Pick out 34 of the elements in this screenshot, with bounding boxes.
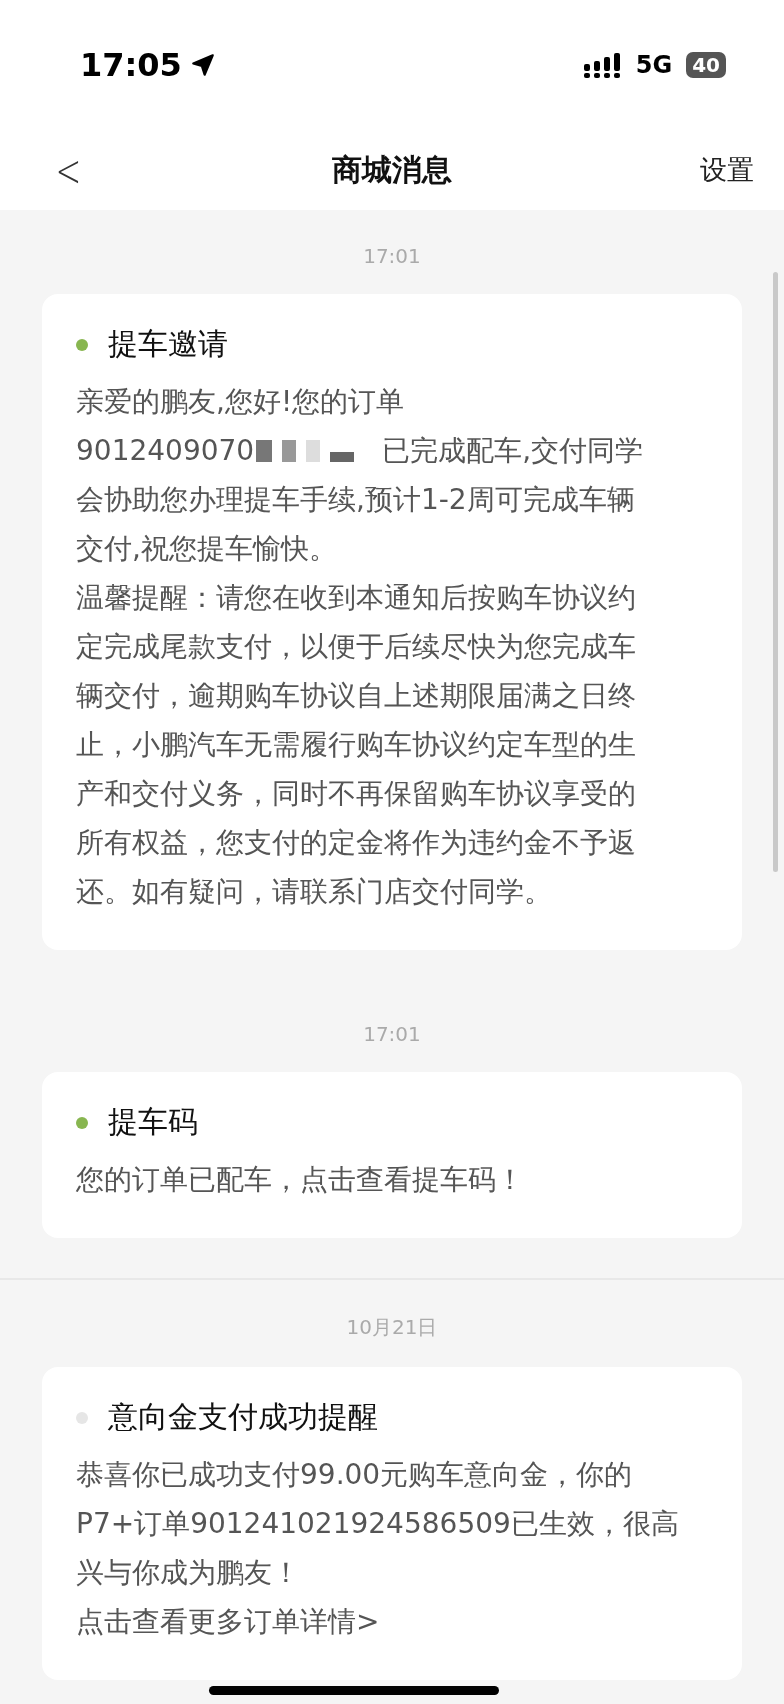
message-text: P7+订单901241021924586509已生效，很高	[76, 1506, 679, 1542]
location-arrow-icon	[189, 52, 216, 78]
message-text: 会协助您办理提车手续,预计1-2周可完成车辆	[76, 482, 635, 518]
status-time: 17:05	[80, 46, 182, 84]
battery-indicator: 40	[686, 52, 726, 78]
timestamp: 17:01	[363, 1022, 421, 1046]
message-card[interactable]	[42, 294, 742, 950]
message-title: 提车码	[108, 1103, 198, 1141]
settings-button[interactable]: 设置	[700, 152, 754, 188]
timestamp: 10月21日	[346, 1314, 438, 1341]
message-title: 提车邀请	[108, 325, 228, 363]
page-title: 商城消息	[332, 150, 452, 189]
message-text: 已完成配车,交付同学	[382, 433, 644, 469]
message-text: 兴与你成为鹏友！	[76, 1555, 300, 1591]
message-text: 恭喜你已成功支付99.00元购车意向金，你的	[76, 1457, 633, 1493]
message-text: 产和交付义务，同时不再保留购车协议享受的	[76, 776, 636, 812]
message-text: 所有权益，您支付的定金将作为违约金不予返	[76, 825, 636, 861]
message-text: 点击查看更多订单详情>	[76, 1604, 380, 1640]
back-button[interactable]: <	[48, 144, 89, 196]
timestamp: 17:01	[363, 244, 421, 268]
message-card[interactable]: 提车码 您的订单已配车，点击查看提车码！	[42, 1072, 742, 1238]
message-text: 交付,祝您提车愉快。	[76, 531, 337, 567]
message-title: 意向金支付成功提醒	[108, 1398, 378, 1436]
message-text: 9012409070	[76, 433, 255, 469]
message-text: 您的订单已配车，点击查看提车码！	[76, 1162, 524, 1198]
network-label: 5G	[635, 51, 673, 79]
message-card[interactable]: 意向金支付成功提醒 恭喜你已成功支付99.00元购车意向金，你的 P7+订单901241021924586509已生效，很高 兴与你成为鹏友！ 点击查看更多订单详情>	[42, 1367, 742, 1680]
message-text: 止，小鹏汽车无需履行购车协议约定车型的生	[76, 727, 636, 763]
signal-icon	[583, 52, 622, 78]
message-text: 亲爱的鹏友,您好!您的订单	[76, 384, 405, 420]
message-text: 定完成尾款支付，以便于后续尽快为您完成车	[76, 629, 636, 665]
message-text: 温馨提醒：请您在收到本通知后按购车协议约	[76, 580, 636, 616]
message-text: 还。如有疑问，请联系门店交付同学。	[76, 874, 552, 910]
message-text: 辆交付，逾期购车协议自上述期限届满之日终	[76, 678, 636, 714]
